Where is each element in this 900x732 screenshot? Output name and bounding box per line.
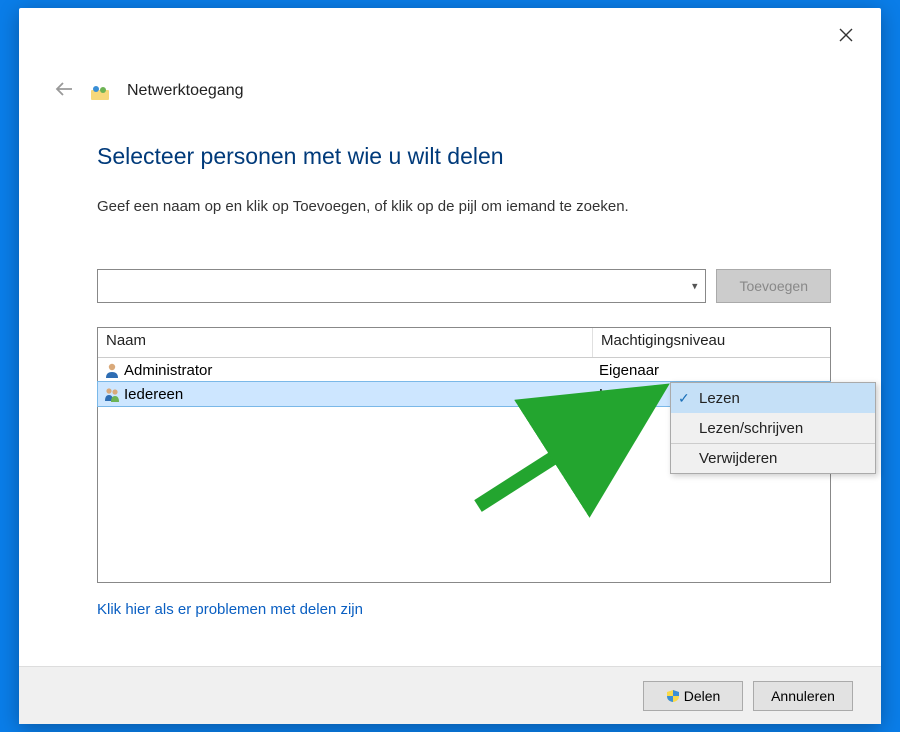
cell-permission: Eigenaar — [593, 362, 830, 379]
user-icon — [104, 362, 120, 378]
network-access-dialog: Netwerktoegang Selecteer personen met wi… — [19, 8, 881, 724]
arrow-left-icon — [55, 82, 73, 96]
cell-name: Iedereen — [98, 386, 593, 403]
page-subheading: Geef een naam op en klik op Toevoegen, o… — [97, 198, 831, 215]
person-combobox[interactable]: ▾ — [97, 269, 706, 303]
check-icon: ✓ — [678, 390, 690, 407]
cancel-button[interactable]: Annuleren — [753, 681, 853, 711]
row-name: Iedereen — [124, 386, 183, 403]
column-permission[interactable]: Machtigingsniveau — [593, 328, 830, 357]
menu-item-readwrite[interactable]: Lezen/schrijven — [671, 413, 875, 443]
back-button[interactable] — [55, 80, 73, 101]
menu-item-label: Lezen — [699, 390, 740, 407]
menu-item-label: Lezen/schrijven — [699, 420, 803, 437]
menu-item-label: Verwijderen — [699, 450, 777, 467]
troubleshoot-link[interactable]: Klik hier als er problemen met delen zij… — [97, 601, 363, 618]
network-share-icon — [91, 82, 109, 100]
permission-menu: ✓ Lezen Lezen/schrijven Verwijderen — [670, 382, 876, 474]
table-header: Naam Machtigingsniveau — [98, 328, 830, 358]
share-button-label: Delen — [684, 688, 721, 704]
row-name: Administrator — [124, 362, 212, 379]
person-input[interactable] — [98, 270, 705, 302]
close-button[interactable] — [833, 22, 859, 48]
page-heading: Selecteer personen met wie u wilt delen — [97, 143, 831, 170]
close-icon — [839, 28, 853, 42]
add-button[interactable]: Toevoegen — [716, 269, 831, 303]
dialog-header: Netwerktoegang — [55, 80, 244, 101]
dialog-footer: Delen Annuleren — [19, 666, 881, 724]
chevron-down-icon: ▼ — [646, 389, 656, 400]
row-permission: Lezen — [599, 386, 640, 403]
dialog-content: Selecteer personen met wie u wilt delen … — [97, 143, 831, 619]
cell-name: Administrator — [98, 362, 593, 379]
shield-icon — [666, 689, 680, 703]
menu-item-read[interactable]: ✓ Lezen — [671, 383, 875, 413]
menu-item-remove[interactable]: Verwijderen — [671, 443, 875, 473]
share-button[interactable]: Delen — [643, 681, 743, 711]
group-icon — [104, 386, 120, 402]
cancel-button-label: Annuleren — [771, 688, 835, 704]
row-permission: Eigenaar — [599, 362, 659, 379]
column-name[interactable]: Naam — [98, 328, 593, 357]
dialog-title: Netwerktoegang — [127, 82, 244, 100]
table-row[interactable]: Administrator Eigenaar — [98, 358, 830, 382]
add-person-row: ▾ Toevoegen — [97, 269, 831, 303]
permissions-table: Naam Machtigingsniveau Administrator Eig… — [97, 327, 831, 583]
